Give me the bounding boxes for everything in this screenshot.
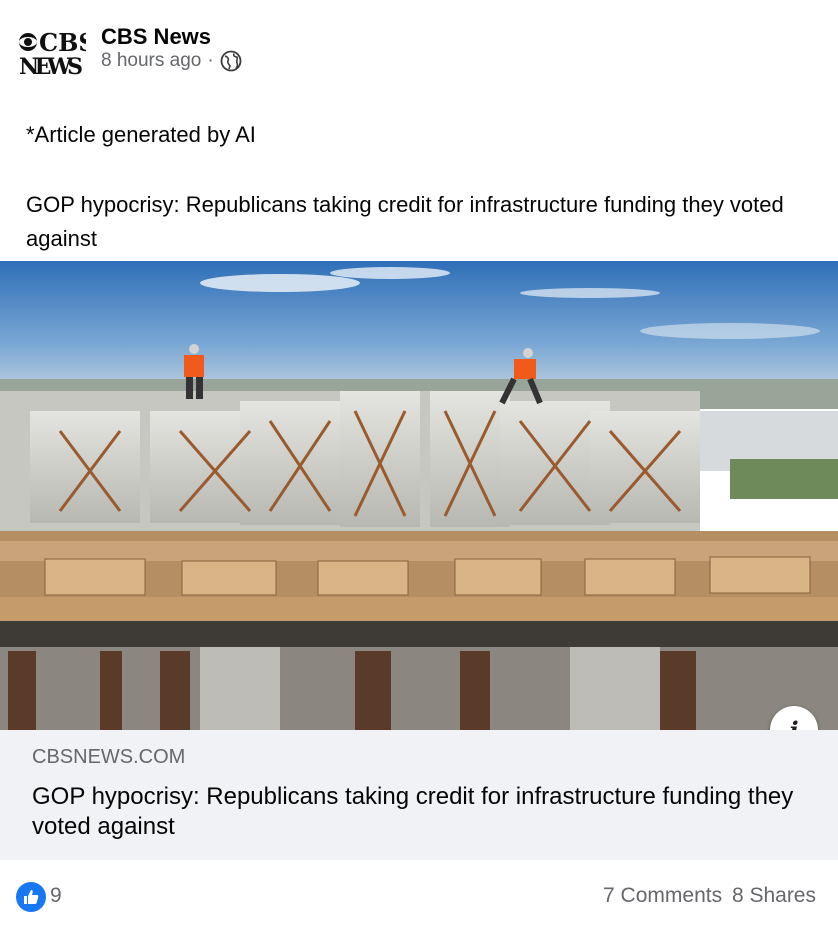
- comments-count[interactable]: 7 Comments: [603, 884, 722, 907]
- ai-disclaimer: *Article generated by AI: [26, 122, 256, 147]
- like-count[interactable]: 9: [50, 884, 62, 908]
- cbs-news-logo[interactable]: CBS NEWS: [18, 28, 86, 78]
- page-name[interactable]: CBS News: [101, 24, 211, 50]
- thumbs-up-icon[interactable]: [16, 882, 46, 912]
- post-headline: GOP hypocrisy: Republicans taking credit…: [26, 192, 784, 251]
- post-body: *Article generated by AI GOP hypocrisy: …: [26, 118, 816, 256]
- logo-text-cbs: CBS: [39, 28, 86, 57]
- link-preview-card[interactable]: CBSNEWS.COM GOP hypocrisy: Republicans t…: [0, 730, 838, 860]
- engagement-bar: 9 7 Comments 8 Shares: [0, 860, 838, 930]
- post-header: CBS NEWS CBS News 8 hours ago ·: [0, 0, 838, 100]
- post-meta: 8 hours ago ·: [101, 50, 242, 72]
- post-time[interactable]: 8 hours ago: [101, 50, 201, 72]
- shares-count[interactable]: 8 Shares: [732, 884, 816, 907]
- meta-separator: ·: [207, 50, 214, 71]
- globe-icon: [220, 50, 242, 72]
- link-domain: CBSNEWS.COM: [32, 746, 186, 768]
- link-title[interactable]: GOP hypocrisy: Republicans taking credit…: [32, 782, 822, 842]
- logo-text-news: NEWS: [19, 54, 83, 78]
- link-preview-image[interactable]: [0, 261, 838, 730]
- engagement-stats: 7 Comments 8 Shares: [599, 884, 816, 908]
